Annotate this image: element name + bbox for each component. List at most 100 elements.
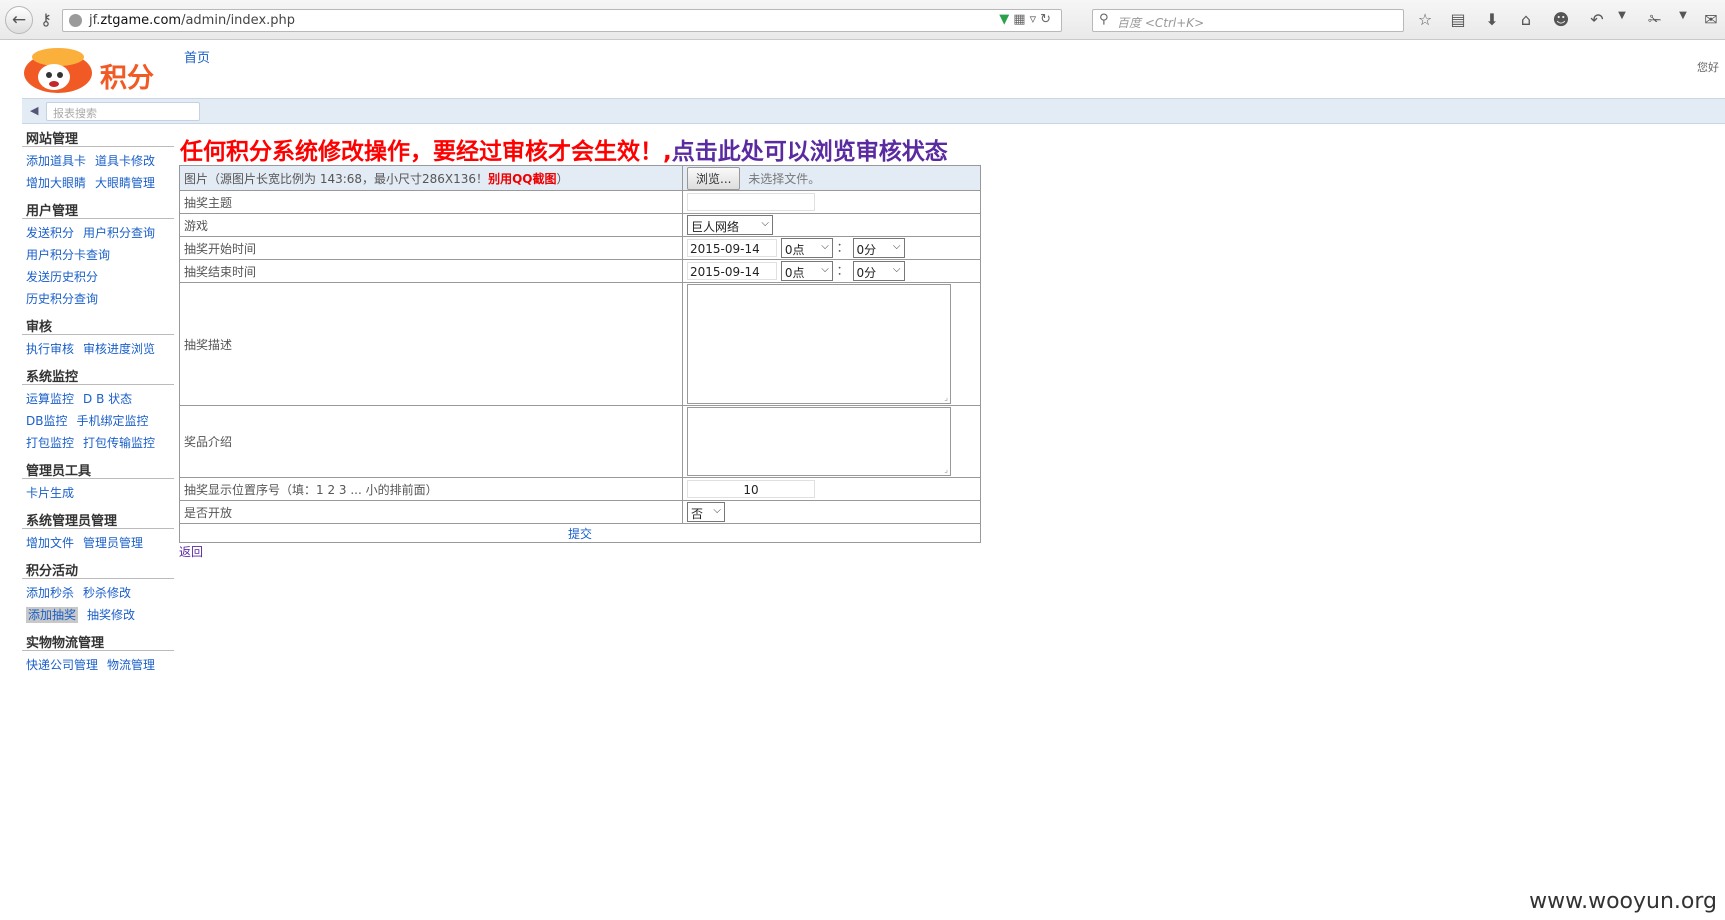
image-field-cell: 浏览... 未选择文件。 xyxy=(682,165,981,191)
sidebar-link-row: 打包监控 打包传输监控 xyxy=(26,432,170,454)
sidebar-link-row: 发送历史积分 xyxy=(26,266,170,288)
submit-button[interactable]: 提交 xyxy=(568,527,592,541)
subject-label: 抽奖主题 xyxy=(179,190,683,214)
qr-icon[interactable]: ▦ xyxy=(1013,12,1029,27)
shield-icon[interactable]: ▼ xyxy=(999,12,1013,27)
form-row-submit: 提交 xyxy=(179,523,981,543)
sidebar-link-row: 添加抽奖 抽奖修改 xyxy=(26,604,170,626)
sidebar-link[interactable]: 用户积分查询 xyxy=(83,226,155,240)
undo-icon[interactable]: ↶ xyxy=(1586,10,1608,29)
chevron-down-icon[interactable]: ▼ xyxy=(1611,10,1633,21)
start-hour-select[interactable]: 0点 ⌵ xyxy=(780,238,833,258)
watermark: www.wooyun.org xyxy=(1529,889,1717,914)
subject-input[interactable] xyxy=(687,193,815,211)
resize-handle-icon[interactable]: ⌟ xyxy=(944,393,948,402)
chat-icon[interactable]: ☻ xyxy=(1550,10,1572,29)
browser-search-bar[interactable]: ⚲ 百度 <Ctrl+K> xyxy=(1092,9,1404,32)
sidebar-link[interactable]: 添加秒杀 xyxy=(26,586,74,600)
sidebar-group-links: 卡片生成 xyxy=(22,479,174,508)
sidebar-link[interactable]: 道具卡修改 xyxy=(95,154,155,168)
reload-icon[interactable]: ↻ xyxy=(1040,12,1055,27)
sidebar-link[interactable]: 增加文件 xyxy=(26,536,74,550)
sidebar-group-links: 快递公司管理 物流管理 xyxy=(22,651,174,680)
bookmark-star-icon[interactable]: ☆ xyxy=(1414,10,1436,29)
download-icon[interactable]: ⬇ xyxy=(1481,10,1503,29)
sidebar-link-row: 发送积分 用户积分查询 xyxy=(26,222,170,244)
menu-dropdown-icon[interactable]: ▼ xyxy=(1672,10,1694,21)
sidebar-link[interactable]: 添加道具卡 xyxy=(26,154,86,168)
sidebar-link[interactable]: 管理员管理 xyxy=(83,536,143,550)
start-minute-select[interactable]: 0分 ⌵ xyxy=(852,238,905,258)
sidebar-link[interactable]: 审核进度浏览 xyxy=(83,342,155,356)
sidebar-group-links: 执行审核 审核进度浏览 xyxy=(22,335,174,364)
sidebar-group-links: 发送积分 用户积分查询用户积分卡查询 发送历史积分 历史积分查询 xyxy=(22,219,174,314)
sidebar-link[interactable]: 物流管理 xyxy=(107,658,155,672)
end-minute-select[interactable]: 0分 ⌵ xyxy=(852,261,905,281)
order-input[interactable]: 10 xyxy=(687,480,815,498)
sidebar-link[interactable]: 历史积分查询 xyxy=(26,292,98,306)
sub-header-bar: ◀ 报表搜索 xyxy=(22,98,1725,124)
sidebar-link[interactable]: 大眼睛管理 xyxy=(95,176,155,190)
form-row-prize: 奖品介绍 ⌟ xyxy=(179,405,981,478)
search-placeholder: 百度 <Ctrl+K> xyxy=(1117,16,1205,30)
order-cell: 10 xyxy=(682,477,981,501)
sidebar-link[interactable]: 抽奖修改 xyxy=(87,608,135,622)
end-cell: 2015-09-14 0点 ⌵ ： 0分 ⌵ xyxy=(682,259,981,283)
sidebar-link[interactable]: 运算监控 xyxy=(26,392,74,406)
prize-textarea[interactable]: ⌟ xyxy=(687,407,951,476)
submit-cell: 提交 xyxy=(179,523,981,543)
lottery-form: 图片（源图片长宽比例为 143:68，最小尺寸286X136！别用QQ截图） 浏… xyxy=(179,165,981,543)
sidebar-link[interactable]: 执行审核 xyxy=(26,342,74,356)
home-icon[interactable]: ⌂ xyxy=(1515,10,1537,29)
sidebar-link[interactable]: DB监控 xyxy=(26,414,67,428)
sidebar-link[interactable]: 增加大眼睛 xyxy=(26,176,86,190)
sidebar-nav: 网站管理 添加道具卡 道具卡修改 增加大眼睛 大眼睛管理 用户管理 发送积分 用户积分查询 用户… xyxy=(22,126,174,680)
sidebar-link-row: 增加大眼睛 大眼睛管理 xyxy=(26,172,170,194)
sidebar-link-row: 添加秒杀 秒杀修改 xyxy=(26,582,170,604)
report-search-input[interactable]: 报表搜索 xyxy=(46,102,200,121)
prize-cell: ⌟ xyxy=(682,405,981,478)
dropdown-icon[interactable]: ▿ xyxy=(1030,12,1041,27)
audit-status-link[interactable]: 点击此处可以浏览审核状态 xyxy=(672,139,948,165)
sidebar-link-row: DB监控 手机绑定监控 xyxy=(26,410,170,432)
sidebar-link[interactable]: 打包传输监控 xyxy=(83,436,155,450)
sidebar-link-row: 添加道具卡 道具卡修改 xyxy=(26,150,170,172)
back-arrow-icon[interactable]: ← xyxy=(5,6,33,34)
resize-handle-icon[interactable]: ⌟ xyxy=(944,465,948,474)
sidebar-link[interactable]: 手机绑定监控 xyxy=(76,414,148,428)
sidebar-link[interactable]: 添加抽奖 xyxy=(26,607,79,623)
comment-icon[interactable]: ✉ xyxy=(1700,10,1722,29)
home-link[interactable]: 首页 xyxy=(184,47,210,66)
sidebar-group-title: 用户管理 xyxy=(22,198,174,219)
sidebar-group-links: 添加道具卡 道具卡修改 增加大眼睛 大眼睛管理 xyxy=(22,147,174,198)
sidebar-link[interactable]: 发送历史积分 xyxy=(26,270,98,284)
chevron-down-icon: ⌵ xyxy=(821,264,829,275)
back-link[interactable]: 返回 xyxy=(179,543,203,560)
sidebar-link[interactable]: 打包监控 xyxy=(26,436,74,450)
sidebar-link[interactable]: 用户积分卡查询 xyxy=(26,248,110,262)
end-hour-select[interactable]: 0点 ⌵ xyxy=(780,261,833,281)
reading-list-icon[interactable]: ▤ xyxy=(1447,10,1469,29)
end-date-input[interactable]: 2015-09-14 xyxy=(687,262,777,280)
sidebar-link[interactable]: 卡片生成 xyxy=(26,486,74,500)
sidebar-link[interactable]: 秒杀修改 xyxy=(83,586,131,600)
form-row-description: 抽奖描述 ⌟ xyxy=(179,282,981,406)
sidebar-link-row: 增加文件 管理员管理 xyxy=(26,532,170,554)
form-row-game: 游戏 巨人网络 ⌵ xyxy=(179,213,981,237)
start-label: 抽奖开始时间 xyxy=(179,236,683,260)
collapse-arrow-icon[interactable]: ◀ xyxy=(30,104,38,117)
game-select[interactable]: 巨人网络 ⌵ xyxy=(687,215,773,235)
sidebar-group-title: 系统监控 xyxy=(22,364,174,385)
sidebar-link[interactable]: 快递公司管理 xyxy=(26,658,98,672)
form-row-order: 抽奖显示位置序号（填：1 2 3 ... 小的排前面） 10 xyxy=(179,477,981,501)
browse-button[interactable]: 浏览... xyxy=(687,166,741,190)
key-icon[interactable]: ⚷ xyxy=(35,10,57,29)
start-date-input[interactable]: 2015-09-14 xyxy=(687,239,777,257)
sidebar-link[interactable]: D B 状态 xyxy=(83,392,132,406)
open-select[interactable]: 否 ⌵ xyxy=(687,502,725,522)
crop-icon[interactable]: ✁ xyxy=(1644,10,1666,29)
description-textarea[interactable]: ⌟ xyxy=(687,284,951,404)
sidebar-link[interactable]: 发送积分 xyxy=(26,226,74,240)
sidebar-group-title: 管理员工具 xyxy=(22,458,174,479)
address-bar[interactable]: jf.ztgame.com/admin/index.php ▼▦▿↻ xyxy=(62,9,1062,32)
